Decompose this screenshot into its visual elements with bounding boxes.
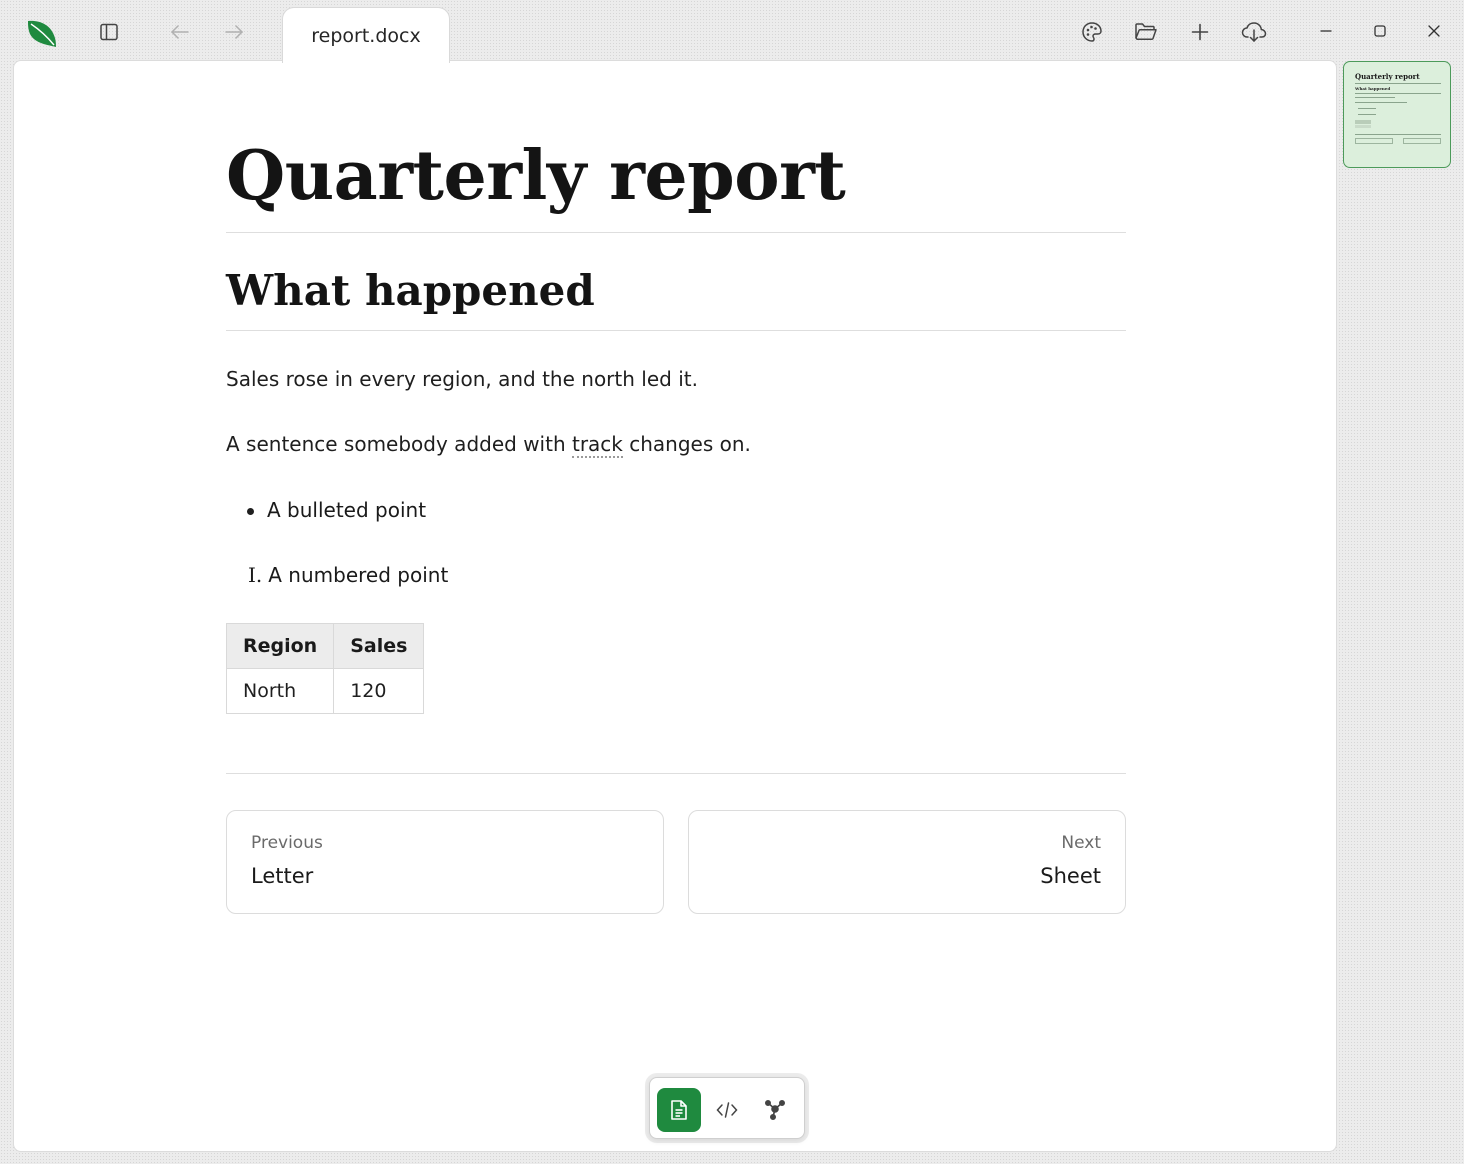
table-header-cell: Sales [333,623,425,669]
minimap-line [1355,134,1441,135]
arrow-left-icon[interactable] [164,17,196,47]
plus-icon[interactable] [1184,16,1216,48]
pager-divider [226,773,1126,774]
cloud-download-icon[interactable] [1238,16,1270,48]
minimap-line [1355,97,1395,98]
minimap-pager-card [1403,138,1441,144]
minimap-table [1355,120,1371,124]
title-divider [226,232,1126,233]
table-header-cell: Region [225,623,335,669]
minimap-pager-card [1355,138,1393,144]
code-icon [716,1102,738,1118]
document-icon [671,1100,687,1120]
minimize-icon[interactable] [1312,17,1340,45]
minimap-title: Quarterly report [1355,72,1420,81]
next-title: Sheet [1040,864,1101,888]
arrow-right-icon[interactable] [218,17,250,47]
table-row: North 120 [225,668,425,714]
paragraph-2-text-before: A sentence somebody added with [226,432,572,456]
minimap-line [1358,108,1376,109]
numbered-list-item: I. A numbered point [248,561,448,589]
maximize-icon[interactable] [1366,17,1394,45]
palette-icon[interactable] [1076,16,1108,48]
heading-divider [226,330,1126,331]
previous-title: Letter [251,864,314,888]
document-minimap[interactable]: Quarterly report What happened [1343,61,1451,168]
bullet-marker [247,508,254,515]
tracked-change-insertion[interactable]: track [571,432,623,458]
minimap-line [1358,114,1376,115]
leaf-logo-icon [24,14,60,50]
minimap-line [1355,93,1441,94]
minimap-heading: What happened [1355,86,1391,91]
data-table: Region Sales North 120 [225,623,425,714]
bulleted-item-text: A bulleted point [267,498,427,522]
tab-report-docx[interactable]: report.docx [282,7,450,63]
section-heading: What happened [226,266,595,315]
table-cell: 120 [333,668,425,714]
next-page-link[interactable]: Next Sheet [688,810,1126,914]
minimap-table [1355,125,1371,128]
table-header-row: Region Sales [225,623,425,669]
sidebar-toggle-icon[interactable] [94,17,124,47]
graph-view-button[interactable] [753,1088,797,1132]
numbered-item-text: A numbered point [268,563,449,587]
source-view-button[interactable] [705,1088,749,1132]
close-icon[interactable] [1420,17,1448,45]
document-canvas: Quarterly report What happened Sales ros… [13,60,1337,1152]
table-cell: North [225,668,335,714]
paragraph-2: A sentence somebody added with track cha… [226,430,1126,458]
document-view-button[interactable] [657,1088,701,1132]
previous-label: Previous [251,833,323,853]
numbered-marker: I. [248,563,263,587]
document-title: Quarterly report [226,136,846,216]
view-switcher [649,1077,805,1139]
next-label: Next [1061,833,1101,853]
previous-page-link[interactable]: Previous Letter [226,810,664,914]
paragraph-1: Sales rose in every region, and the nort… [226,367,698,391]
graph-icon [764,1099,786,1121]
title-bar: report.docx [0,0,1464,63]
minimap-line [1355,102,1407,103]
minimap-line [1355,83,1441,84]
folder-open-icon[interactable] [1130,16,1162,48]
paragraph-2-text-after: changes on. [622,432,751,456]
tab-label: report.docx [311,24,421,47]
